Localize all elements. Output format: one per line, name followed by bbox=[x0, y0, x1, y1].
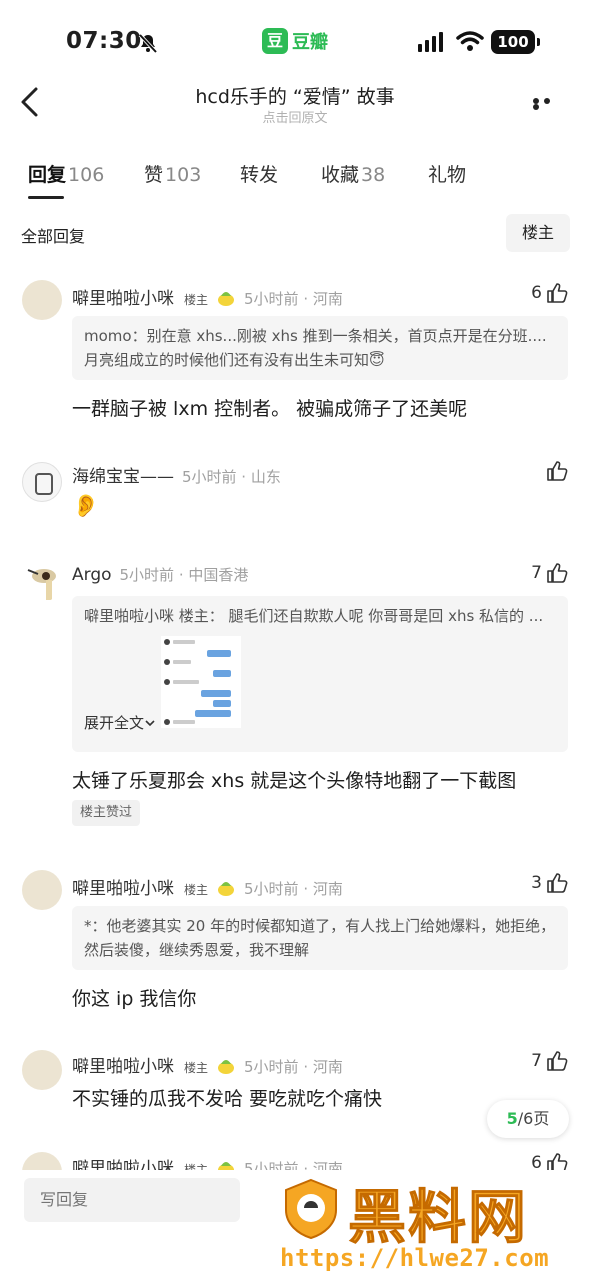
owner-liked-badge: 楼主赞过 bbox=[72, 800, 141, 826]
chat-screenshot-thumbnail[interactable] bbox=[160, 636, 241, 728]
comment-meta: Argo 5小时前 · 中国香港 bbox=[72, 564, 248, 585]
like-count: 7 bbox=[531, 1051, 542, 1071]
top-nav: hcd乐手的 “爱情” 故事 点击回原文 bbox=[0, 76, 590, 136]
like-count: 3 bbox=[531, 873, 542, 893]
battery-indicator: 100 bbox=[491, 30, 540, 54]
watermark-title: 黑料网 bbox=[347, 1183, 529, 1252]
page-title[interactable]: hcd乐手的 “爱情” 故事 bbox=[0, 82, 590, 109]
thumbs-up-icon bbox=[547, 873, 568, 893]
quoted-reply[interactable]: momo：别在意 xhs...刚被 xhs 推到一条相关，首页点开是在分班...… bbox=[72, 316, 568, 380]
back-to-post-link[interactable]: 点击回原文 bbox=[0, 107, 590, 126]
tab-gifts[interactable]: 礼物 bbox=[428, 160, 468, 187]
thumbs-up-icon bbox=[547, 1051, 568, 1071]
like-button[interactable]: 7 bbox=[531, 562, 568, 584]
all-replies-title: 全部回复 bbox=[21, 227, 86, 246]
time-location: 5小时前 · 中国香港 bbox=[119, 566, 249, 584]
avatar[interactable] bbox=[22, 870, 62, 910]
username[interactable]: 噼里啪啦小咪 bbox=[72, 879, 174, 899]
comment-item: 噼里啪啦小咪 楼主 5小时前 · 河南 6 momo：别在意 xhs...刚被 xh… bbox=[0, 278, 590, 428]
username[interactable]: Argo bbox=[72, 565, 112, 585]
time-location: 5小时前 · 山东 bbox=[182, 468, 281, 486]
more-options-icon[interactable] bbox=[533, 98, 563, 110]
owner-only-filter-button[interactable]: 楼主 bbox=[506, 214, 570, 252]
avatar[interactable] bbox=[22, 462, 62, 502]
comment-text: 太锤了乐夏那会 xhs 就是这个头像特地翻了一下截图 bbox=[72, 770, 517, 792]
tab-likes[interactable]: 赞 103 bbox=[144, 160, 201, 187]
owner-tag: 楼主 bbox=[184, 293, 209, 307]
expand-full-text-link[interactable]: 展开全文 bbox=[84, 714, 144, 732]
quoted-text: 噼里啪啦小咪 楼主： 腿毛们还自欺欺人呢 你哥哥是回 xhs 私信的 ... bbox=[84, 607, 544, 625]
lightbulb-badge-icon bbox=[218, 1060, 235, 1074]
quoted-reply[interactable]: *：他老婆其实 20 年的时候都知道了，有人找上门给她爆料，她拒绝，然后装傻，继… bbox=[72, 906, 568, 970]
lightbulb-badge-icon bbox=[218, 882, 235, 896]
comment-item: Argo 5小时前 · 中国香港 7 噼里啪啦小咪 楼主： 腿毛们还自欺欺人呢 你… bbox=[0, 560, 590, 830]
status-time: 07:30 bbox=[66, 28, 142, 54]
app-name: 豆瓣 bbox=[292, 32, 328, 53]
time-location: 5小时前 · 河南 bbox=[244, 1058, 343, 1076]
chevron-down-icon bbox=[145, 720, 155, 727]
comment-meta: 噼里啪啦小咪楼主 5小时前 · 河南 bbox=[72, 874, 343, 899]
time-location: 5小时前 · 河南 bbox=[244, 290, 343, 308]
like-count: 7 bbox=[531, 563, 542, 583]
like-button[interactable]: 3 bbox=[531, 872, 568, 894]
tab-collections[interactable]: 收藏 38 bbox=[321, 160, 385, 187]
replies-header: 全部回复 楼主 bbox=[0, 214, 590, 252]
thumbs-up-icon bbox=[547, 283, 568, 303]
quoted-reply[interactable]: 噼里啪啦小咪 楼主： 腿毛们还自欺欺人呢 你哥哥是回 xhs 私信的 ... 展开… bbox=[72, 596, 568, 752]
comment-item: 海绵宝宝—— 5小时前 · 山东 👂 bbox=[0, 458, 590, 528]
active-tab-indicator bbox=[28, 196, 64, 199]
like-count: 6 bbox=[531, 283, 542, 303]
thumbs-up-icon bbox=[547, 461, 568, 481]
watermark-url: https://hlwe27.com bbox=[280, 1244, 550, 1272]
like-button[interactable] bbox=[542, 460, 568, 482]
comment-meta: 海绵宝宝—— 5小时前 · 山东 bbox=[72, 462, 281, 487]
signal-icon bbox=[418, 32, 443, 52]
avatar[interactable] bbox=[22, 280, 62, 320]
bell-muted-icon bbox=[138, 33, 158, 54]
tab-reposts[interactable]: 转发 bbox=[240, 160, 280, 187]
username[interactable]: 噼里啪啦小咪 bbox=[72, 1057, 174, 1077]
avatar[interactable] bbox=[22, 1050, 62, 1090]
like-button[interactable]: 7 bbox=[531, 1050, 568, 1072]
tab-replies[interactable]: 回复 106 bbox=[28, 160, 104, 187]
tab-bar: 回复 106 赞 103 转发 收藏 38 礼物 bbox=[0, 160, 590, 210]
thumbs-up-icon bbox=[547, 563, 568, 583]
owner-tag: 楼主 bbox=[184, 883, 209, 897]
username[interactable]: 噼里啪啦小咪 bbox=[72, 289, 174, 309]
total-pages: /6页 bbox=[517, 1109, 550, 1128]
comment-meta: 噼里啪啦小咪楼主 5小时前 · 河南 bbox=[72, 1052, 343, 1077]
app-badge: 豆 豆瓣 bbox=[262, 28, 328, 54]
comment-meta: 噼里啪啦小咪楼主 5小时前 · 河南 bbox=[72, 284, 343, 309]
comment-text: 你这 ip 我信你 bbox=[72, 988, 197, 1010]
comment-text: 不实锤的瓜我不发哈 要吃就吃个痛快 bbox=[72, 1088, 383, 1110]
reply-input[interactable] bbox=[24, 1178, 240, 1222]
watermark-shield-logo bbox=[285, 1178, 337, 1240]
wifi-icon bbox=[456, 31, 484, 51]
current-page: 5 bbox=[506, 1109, 518, 1128]
comment-text: 👂 bbox=[72, 494, 100, 519]
comment-item: 噼里啪啦小咪 楼主 5小时前 · 河南 3 *：他老婆其实 20 年的时候都知道了，… bbox=[0, 868, 590, 1018]
comment-text: 一群脑子被 lxm 控制者。 被骗成筛子了还美呢 bbox=[72, 398, 468, 420]
lightbulb-badge-icon bbox=[218, 292, 235, 306]
page-indicator[interactable]: 5/6页 bbox=[487, 1100, 569, 1138]
avatar[interactable] bbox=[22, 562, 62, 602]
like-button[interactable]: 6 bbox=[531, 282, 568, 304]
owner-tag: 楼主 bbox=[184, 1061, 209, 1075]
username[interactable]: 海绵宝宝—— bbox=[72, 467, 174, 487]
site-watermark: 黑料网 https://hlwe27.com bbox=[278, 1170, 590, 1280]
status-bar: 07:30 豆 豆瓣 100 bbox=[0, 0, 590, 88]
time-location: 5小时前 · 河南 bbox=[244, 880, 343, 898]
douban-logo-icon: 豆 bbox=[262, 28, 288, 54]
